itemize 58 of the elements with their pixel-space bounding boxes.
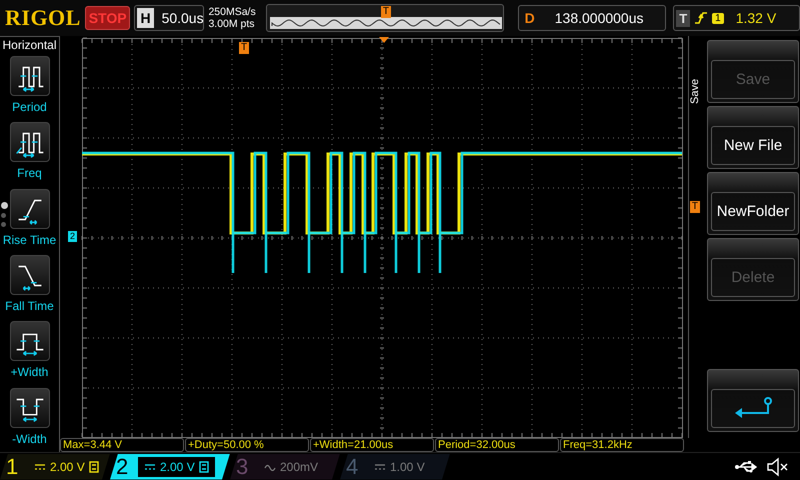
measure-label: Rise Time (2, 232, 56, 247)
timebase-label: H (137, 8, 154, 28)
memory-depth: 3.00M pts (208, 18, 256, 30)
measure-label: Period (12, 100, 47, 114)
measurement-readout: Max=3.44 V (60, 438, 184, 452)
channel-tab[interactable]: 1 2.00 V (0, 454, 110, 480)
dc-coupling-icon (144, 462, 156, 470)
brand-logo: RIGOL (5, 5, 81, 31)
measure-button[interactable] (10, 388, 50, 428)
channel-tab[interactable]: 2 2.00 V (110, 454, 230, 480)
measure-label: Freq (17, 166, 42, 180)
measure-button[interactable] (10, 321, 50, 362)
channel-tab[interactable]: 3 200mV (230, 454, 340, 480)
menu-title: Horizontal (2, 38, 57, 54)
measurement-readout: Period=32.00us (435, 438, 559, 452)
trigger-source: 1 (712, 12, 724, 24)
delay-value: 138.000000us (554, 10, 644, 26)
measure-label: -Width (12, 432, 47, 446)
delay-display[interactable]: D 138.000000us (518, 5, 666, 31)
ac-coupling-icon (264, 462, 276, 470)
measure-button[interactable] (10, 254, 50, 295)
channel-number: 1 (6, 454, 20, 480)
channel-scale: 2.00 V (160, 460, 195, 474)
measurement-readout: +Duty=50.00 % (185, 438, 309, 452)
dc-coupling-icon (374, 462, 386, 470)
trigger-level-marker[interactable]: T (690, 201, 700, 213)
usb-icon (734, 460, 760, 474)
channel-scale: 200mV (280, 460, 318, 474)
trigger-display[interactable]: T 1 1.32 V (673, 5, 800, 31)
trigger-marker: T (380, 6, 392, 18)
channel-offset-marker[interactable]: 2 (68, 231, 78, 242)
rising-edge-icon (694, 10, 708, 26)
trigger-level: 1.32 V (736, 10, 776, 26)
softkey-button[interactable]: NewFolder (707, 172, 799, 235)
measurement-readout: +Width=21.00us (310, 438, 434, 452)
trigger-position-marker[interactable]: T (239, 42, 250, 54)
back-button[interactable] (707, 369, 799, 432)
softkey-button[interactable]: New File (707, 106, 799, 169)
trigger-label: T (676, 10, 690, 26)
measure-label: Fall Time (5, 298, 54, 313)
channel-number: 4 (346, 454, 360, 480)
channel-number: 3 (236, 454, 250, 480)
channel-tab[interactable]: 4 1.00 V (340, 454, 450, 480)
channel-scale: 1.00 V (390, 460, 425, 474)
channel-number: 2 (116, 454, 130, 480)
mute-icon (766, 456, 790, 476)
timebase-display[interactable]: H 50.0us (134, 5, 204, 31)
measure-button[interactable] (10, 188, 50, 229)
menu-title: Save (689, 78, 702, 104)
measurement-readout: Freq=31.2kHz (560, 438, 684, 452)
measure-label: +Width (10, 365, 48, 380)
dc-coupling-icon (34, 462, 46, 470)
sample-rate: 250MSa/s (208, 6, 257, 18)
timebase-value: 50.0us (162, 10, 204, 26)
measure-button[interactable] (10, 122, 50, 162)
delay-label: D (524, 10, 535, 26)
channel-scale: 2.00 V (50, 460, 85, 474)
measure-button[interactable] (10, 56, 50, 96)
